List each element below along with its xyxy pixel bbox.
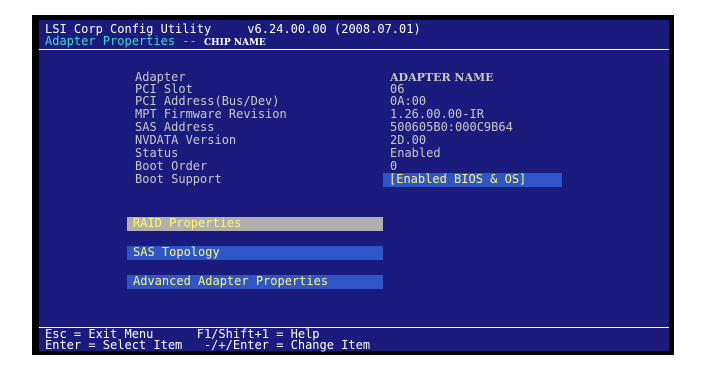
key-help-footer: Esc = Exit Menu F1/Shift+1 = Help Enter … (39, 327, 669, 352)
footer-help-line-2: Enter = Select Item -/+/Enter = Change I… (45, 338, 371, 352)
advanced-adapter-properties-button[interactable]: Advanced Adapter Properties (127, 275, 383, 289)
raid-properties-button[interactable]: RAID Properties (127, 217, 383, 231)
value-status: Enabled (390, 146, 441, 160)
screen-title-line: Adapter Properties -- CHIP NAME (45, 35, 266, 50)
title-bar: LSI Corp Config Utility v6.24.00.00 (200… (39, 20, 669, 50)
screen-title: Adapter Properties -- (45, 34, 204, 48)
app-version: v6.24.00.00 (2008.07.01) (247, 22, 421, 36)
bios-screen: LSI Corp Config Utility v6.24.00.00 (200… (39, 20, 669, 352)
value-adapter-name: ADAPTER NAME (390, 71, 494, 84)
boot-support-selector[interactable]: [Enabled BIOS & OS] (383, 173, 562, 187)
chip-name: CHIP NAME (203, 38, 266, 48)
sas-topology-button[interactable]: SAS Topology (127, 246, 383, 260)
label-boot-support: Boot Support (135, 172, 222, 186)
